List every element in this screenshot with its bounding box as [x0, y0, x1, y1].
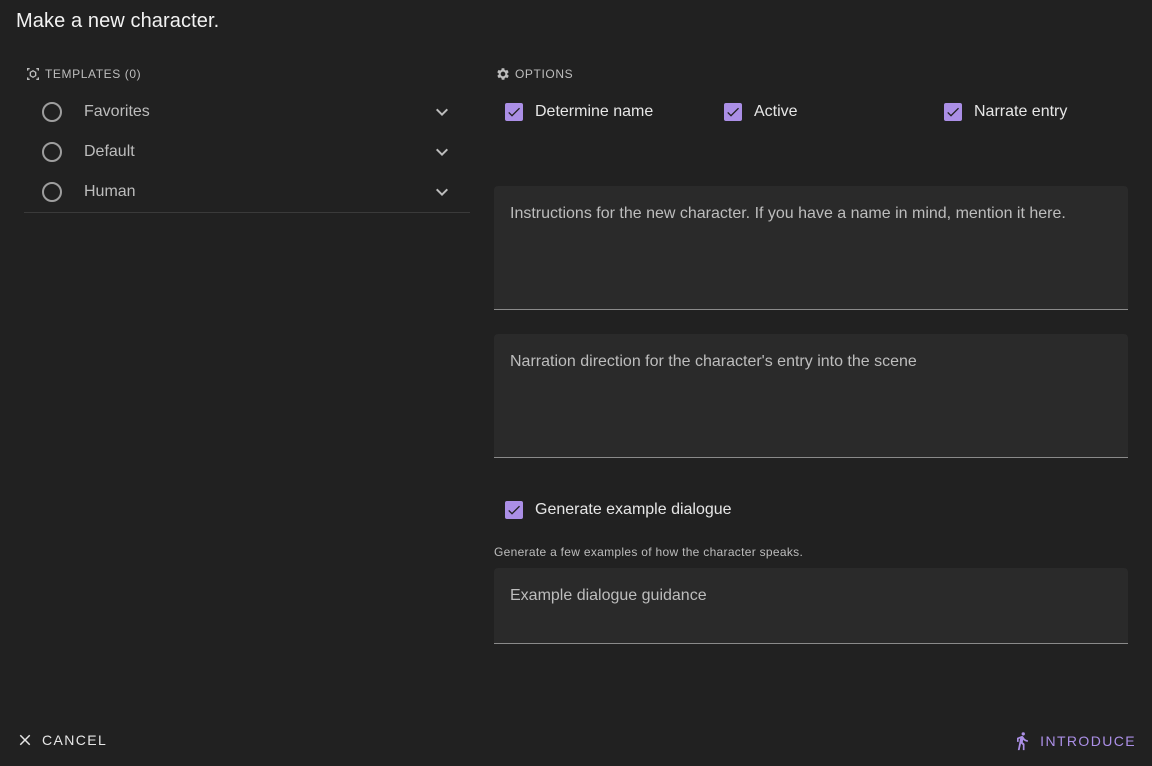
narration-input[interactable] [494, 334, 1128, 457]
checkbox-checked[interactable] [505, 501, 523, 519]
generate-dialogue-checkbox[interactable]: Generate example dialogue [505, 501, 732, 519]
dialogue-field[interactable] [494, 568, 1128, 644]
templates-header: TEMPLATES (0) [25, 66, 141, 82]
narrate-entry-checkbox[interactable]: Narrate entry [944, 103, 1067, 121]
dialogue-hint: Generate a few examples of how the chara… [494, 545, 804, 559]
close-icon [19, 734, 31, 746]
check-icon [508, 505, 520, 515]
check-icon [947, 107, 959, 117]
introduce-label: Introduce [1040, 733, 1136, 749]
chevron-down-icon[interactable] [430, 180, 454, 204]
checkbox-checked[interactable] [724, 103, 742, 121]
templates-list: Favorites Default Human [24, 92, 470, 213]
radio-button[interactable] [42, 142, 62, 162]
chevron-down-icon[interactable] [430, 140, 454, 164]
gear-icon [497, 68, 509, 80]
cancel-label: Cancel [42, 732, 108, 748]
check-icon [727, 107, 739, 117]
template-icon [27, 68, 39, 80]
radio-button[interactable] [42, 182, 62, 202]
checkbox-checked[interactable] [944, 103, 962, 121]
active-checkbox[interactable]: Active [724, 103, 798, 121]
instructions-input[interactable] [494, 186, 1128, 309]
person-walk-icon [1017, 732, 1029, 751]
narration-field[interactable] [494, 334, 1128, 458]
dialog-title: Make a new character. [16, 10, 220, 32]
options-header-label: OPTIONS [515, 67, 574, 81]
check-icon [508, 107, 520, 117]
cancel-button[interactable]: Cancel [16, 731, 107, 749]
dialogue-input[interactable] [494, 568, 1128, 643]
template-item-default[interactable]: Default [24, 132, 470, 172]
checkbox-checked[interactable] [505, 103, 523, 121]
chevron-down-icon[interactable] [430, 100, 454, 124]
introduce-button[interactable]: Introduce [1012, 731, 1136, 751]
determine-name-checkbox[interactable]: Determine name [505, 103, 653, 121]
template-item-human[interactable]: Human [24, 172, 470, 212]
template-item-label: Default [84, 143, 135, 160]
generate-dialogue-label: Generate example dialogue [535, 501, 732, 518]
template-item-label: Human [84, 183, 136, 200]
radio-button[interactable] [42, 102, 62, 122]
narrate-entry-label: Narrate entry [974, 103, 1068, 120]
instructions-field[interactable] [494, 186, 1128, 310]
options-header: OPTIONS [495, 66, 573, 82]
templates-header-label: TEMPLATES (0) [45, 67, 142, 81]
template-item-label: Favorites [84, 103, 150, 120]
active-label: Active [754, 103, 798, 120]
determine-name-label: Determine name [535, 103, 654, 120]
template-item-favorites[interactable]: Favorites [24, 92, 470, 132]
